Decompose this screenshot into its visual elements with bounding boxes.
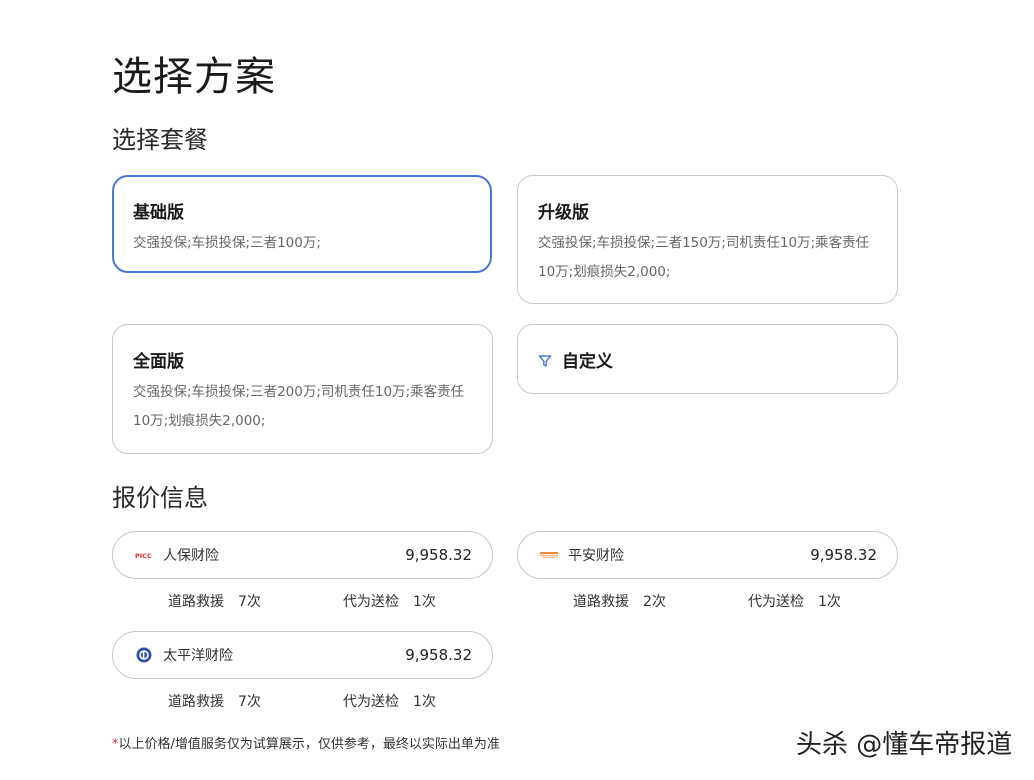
service-label: 代为送检 [343, 694, 399, 710]
service-value: 1次 [818, 594, 841, 610]
plan-name: 全面版 [133, 352, 184, 372]
quote-section-title: 报价信息 [112, 484, 208, 512]
insurer-name: 人保财险 [163, 548, 219, 564]
plan-desc: 交强投保;车损投保;三者200万;司机责任10万;乘客责任10万;划痕损失2,0… [133, 384, 465, 429]
service-inspection: 代为送检 1次 [343, 691, 436, 711]
service-label: 代为送检 [748, 594, 804, 610]
service-label: 道路救援 [168, 694, 224, 710]
quote-price: 9,958.32 [405, 646, 472, 664]
service-label: 道路救援 [168, 594, 224, 610]
quote-price: 9,958.32 [405, 546, 472, 564]
insurer-name: 平安财险 [568, 548, 624, 564]
service-road-rescue: 道路救援 7次 [168, 691, 261, 711]
plan-card-full[interactable]: 全面版 交强投保;车损投保;三者200万;司机责任10万;乘客责任10万;划痕损… [112, 324, 493, 454]
plan-name: 自定义 [562, 352, 613, 372]
plan-card-basic[interactable]: 基础版 交强投保;车损投保;三者100万; [112, 175, 492, 273]
page-title: 选择方案 [112, 54, 276, 100]
plan-desc: 交强投保;车损投保;三者150万;司机责任10万;乘客责任10万;划痕损失2,0… [538, 235, 870, 280]
picc-logo-icon: PICC [135, 548, 153, 562]
service-value: 7次 [238, 694, 261, 710]
insurer-name: 太平洋财险 [163, 648, 233, 664]
quote-price: 9,958.32 [810, 546, 877, 564]
plan-desc: 交强投保;车损投保;三者100万; [133, 235, 321, 251]
plan-selection-page: 选择方案 选择套餐 基础版 交强投保;车损投保;三者100万; 升级版 交强投保… [0, 0, 1034, 780]
disclaimer-text: 以上价格/增值服务仅为试算展示，仅供参考，最终以实际出单为准 [118, 737, 500, 752]
service-label: 代为送检 [343, 594, 399, 610]
service-inspection: 代为送检 1次 [748, 591, 841, 611]
service-label: 道路救援 [573, 594, 629, 610]
service-road-rescue: 道路救援 7次 [168, 591, 261, 611]
pingan-logo-icon [540, 548, 558, 562]
quote-item-cpic[interactable]: 太平洋财险 9,958.32 [112, 631, 493, 679]
plan-name-row: 自定义 [538, 347, 877, 372]
service-value: 1次 [413, 694, 436, 710]
plan-card-custom[interactable]: 自定义 [517, 324, 898, 394]
plan-name: 升级版 [538, 203, 589, 223]
service-value: 7次 [238, 594, 261, 610]
cpic-logo-icon [135, 647, 153, 663]
service-inspection: 代为送检 1次 [343, 591, 436, 611]
plan-card-upgrade[interactable]: 升级版 交强投保;车损投保;三者150万;司机责任10万;乘客责任10万;划痕损… [517, 175, 898, 304]
quote-item-picc[interactable]: PICC 人保财险 9,958.32 [112, 531, 493, 579]
service-road-rescue: 道路救援 2次 [573, 591, 666, 611]
svg-text:PICC: PICC [135, 552, 152, 560]
service-value: 2次 [643, 594, 666, 610]
filter-icon [538, 353, 552, 367]
plan-name: 基础版 [133, 203, 184, 223]
service-value: 1次 [413, 594, 436, 610]
plan-section-title: 选择套餐 [112, 126, 208, 154]
quote-item-pingan[interactable]: 平安财险 9,958.32 [517, 531, 898, 579]
watermark: 头杀 @懂车帝报道 [796, 730, 1013, 760]
disclaimer: *以上价格/增值服务仅为试算展示，仅供参考，最终以实际出单为准 [112, 733, 500, 752]
